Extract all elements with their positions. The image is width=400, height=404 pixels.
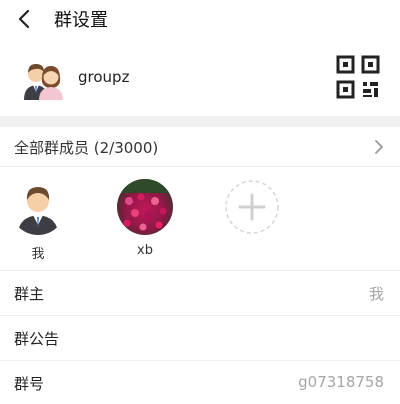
chevron-right-icon bbox=[375, 140, 383, 154]
page-title: 群设置 bbox=[54, 10, 108, 31]
member-item[interactable]: xb bbox=[113, 179, 177, 264]
group-owner-label: 群主 bbox=[14, 285, 45, 303]
group-avatar-icon bbox=[24, 64, 63, 100]
group-info-row[interactable]: groupz bbox=[0, 38, 400, 116]
back-arrow-icon[interactable] bbox=[14, 8, 36, 30]
title-bar: 群设置 bbox=[0, 0, 400, 38]
section-gap bbox=[0, 116, 400, 127]
group-id-label: 群号 bbox=[14, 375, 45, 393]
group-id-value: g07318758 bbox=[298, 373, 384, 391]
group-owner-value: 我 bbox=[368, 285, 384, 303]
group-announcement-row[interactable]: 群公告 bbox=[0, 315, 400, 360]
members-grid: 我 xb bbox=[0, 167, 400, 270]
member-name: xb bbox=[137, 243, 153, 258]
group-announcement-label: 群公告 bbox=[14, 330, 60, 348]
group-id-row[interactable]: 群号 g07318758 bbox=[0, 360, 400, 404]
member-name: 我 bbox=[31, 247, 45, 262]
member-item[interactable]: 我 bbox=[6, 179, 70, 264]
all-members-label: 全部群成员 (2/3000) bbox=[14, 139, 159, 157]
group-owner-row[interactable]: 群主 我 bbox=[0, 270, 400, 315]
qr-code-icon[interactable] bbox=[336, 55, 380, 99]
all-members-row[interactable]: 全部群成员 (2/3000) bbox=[0, 127, 400, 167]
add-member-icon[interactable] bbox=[224, 179, 280, 235]
group-name: groupz bbox=[78, 68, 130, 86]
user-avatar-icon bbox=[10, 179, 66, 235]
flower-photo-avatar bbox=[117, 179, 173, 235]
